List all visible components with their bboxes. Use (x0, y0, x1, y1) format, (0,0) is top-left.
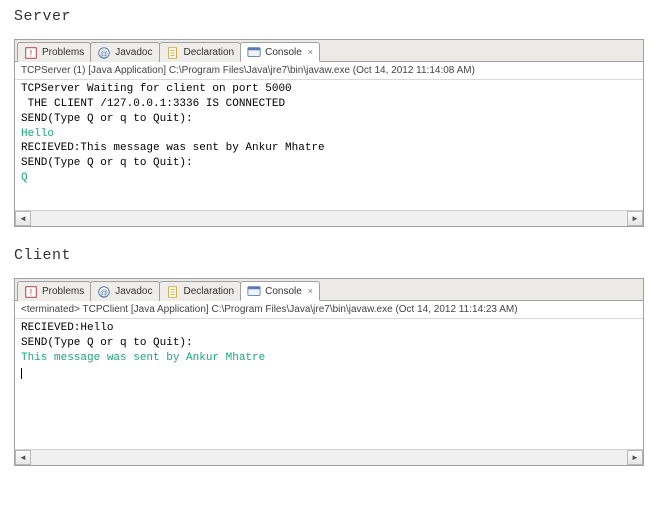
tab-label: Console (265, 47, 302, 58)
scroll-right-button[interactable]: ► (627, 211, 643, 226)
console-line: THE CLIENT /127.0.0.1:3336 IS CONNECTED (21, 97, 637, 112)
declaration-icon (166, 285, 180, 299)
declaration-icon (166, 46, 180, 60)
tab-declaration[interactable]: Declaration (159, 42, 242, 62)
console-line: RECIEVED:This message was sent by Ankur … (21, 141, 637, 156)
console-icon (247, 45, 261, 59)
tab-label: Console (265, 286, 302, 297)
server-section-title: Server (14, 8, 659, 25)
horizontal-scrollbar[interactable]: ◄ ► (15, 449, 643, 465)
server-run-info: TCPServer (1) [Java Application] C:\Prog… (15, 62, 643, 80)
server-tabbar: ! Problems @ Javadoc Declaration Console… (15, 40, 643, 62)
tab-console[interactable]: Console × (240, 281, 320, 301)
svg-text:!: ! (30, 287, 32, 297)
tab-label: Problems (42, 286, 84, 297)
problems-icon: ! (24, 46, 38, 60)
console-line: TCPServer Waiting for client on port 500… (21, 82, 637, 97)
tab-label: Problems (42, 47, 84, 58)
client-section-title: Client (14, 247, 659, 264)
tab-problems[interactable]: ! Problems (17, 42, 91, 62)
server-console-output[interactable]: TCPServer Waiting for client on port 500… (15, 80, 643, 210)
svg-text:@: @ (100, 288, 108, 297)
tab-declaration[interactable]: Declaration (159, 281, 242, 301)
console-line-input: Hello (21, 127, 637, 142)
client-tabbar: ! Problems @ Javadoc Declaration Console… (15, 279, 643, 301)
client-run-info: <terminated> TCPClient [Java Application… (15, 301, 643, 319)
problems-icon: ! (24, 285, 38, 299)
javadoc-icon: @ (97, 285, 111, 299)
client-console-panel: ! Problems @ Javadoc Declaration Console… (14, 278, 644, 466)
console-line: SEND(Type Q or q to Quit): (21, 112, 637, 127)
console-line-input: Q (21, 171, 637, 186)
console-line-input: This message was sent by Ankur Mhatre (21, 351, 637, 366)
horizontal-scrollbar[interactable]: ◄ ► (15, 210, 643, 226)
console-icon (247, 284, 261, 298)
scroll-left-button[interactable]: ◄ (15, 450, 31, 465)
tab-console[interactable]: Console × (240, 42, 320, 62)
close-icon[interactable]: × (308, 47, 313, 57)
text-cursor (21, 368, 22, 379)
console-line: SEND(Type Q or q to Quit): (21, 336, 637, 351)
console-line: RECIEVED:Hello (21, 321, 637, 336)
close-icon[interactable]: × (308, 286, 313, 296)
server-console-panel: ! Problems @ Javadoc Declaration Console… (14, 39, 644, 227)
tab-label: Declaration (184, 47, 235, 58)
tab-label: Javadoc (115, 47, 152, 58)
console-line: SEND(Type Q or q to Quit): (21, 156, 637, 171)
tab-javadoc[interactable]: @ Javadoc (90, 42, 159, 62)
tab-label: Javadoc (115, 286, 152, 297)
svg-text:@: @ (100, 49, 108, 58)
tab-javadoc[interactable]: @ Javadoc (90, 281, 159, 301)
scroll-left-button[interactable]: ◄ (15, 211, 31, 226)
tab-problems[interactable]: ! Problems (17, 281, 91, 301)
scroll-right-button[interactable]: ► (627, 450, 643, 465)
javadoc-icon: @ (97, 46, 111, 60)
svg-text:!: ! (30, 48, 32, 58)
tab-label: Declaration (184, 286, 235, 297)
client-console-output[interactable]: RECIEVED:HelloSEND(Type Q or q to Quit):… (15, 319, 643, 449)
